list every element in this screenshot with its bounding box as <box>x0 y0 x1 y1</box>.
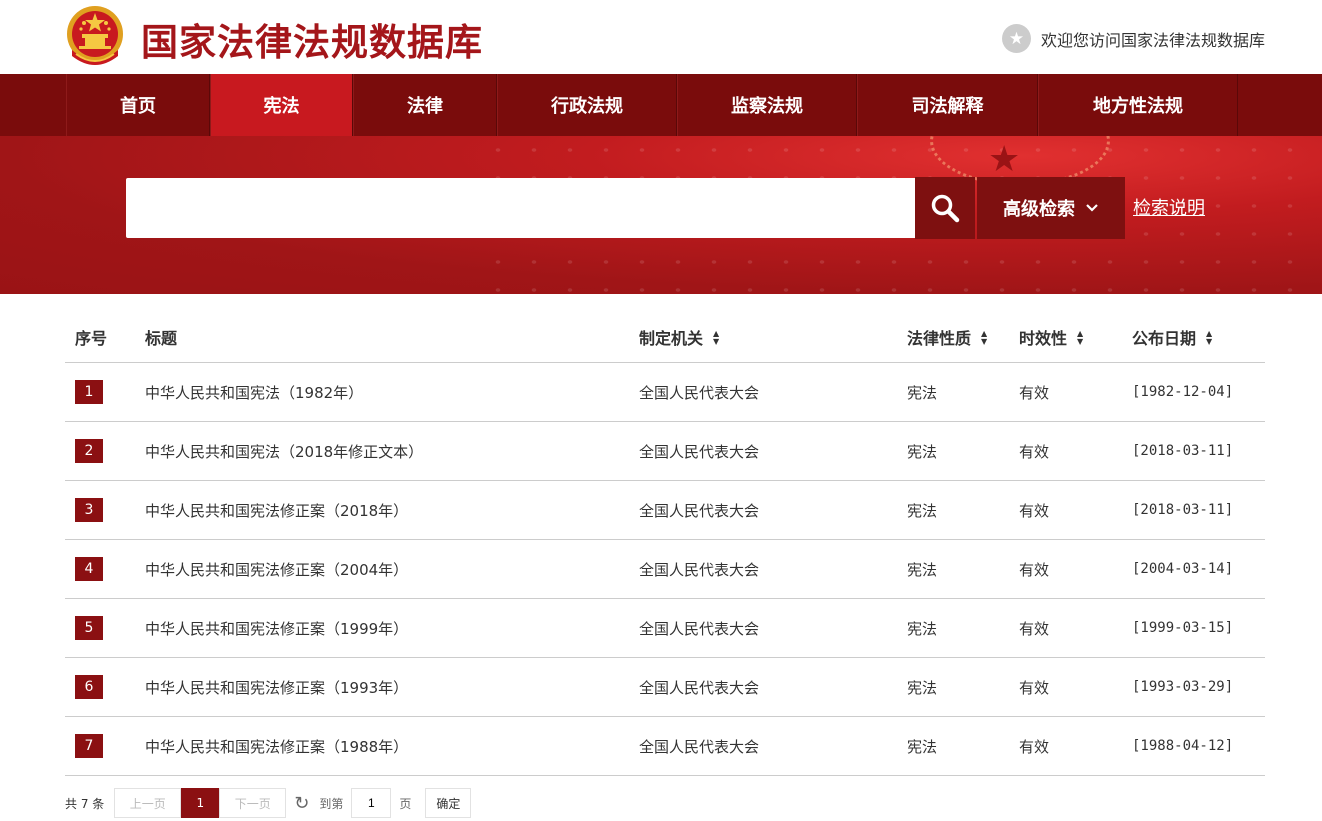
welcome-text: 欢迎您访问国家法律法规数据库 <box>1040 30 1265 50</box>
row-type: 宪法 <box>907 383 938 402</box>
row-validity: 有效 <box>1019 442 1050 461</box>
row-title-link[interactable]: 中华人民共和国宪法修正案（2018年） <box>145 500 639 521</box>
nav-item-home[interactable]: 首页 <box>66 74 210 136</box>
banner-star-icon: ★ <box>988 139 1021 180</box>
header-org-label: 制定机关 <box>639 329 704 348</box>
results-table: 序号 标题 制定机关 ▲ ▼ 法律性质 ▲ ▼ 时效性 ▲ ▼ 公布日期 ▲ ▼ 1 中… <box>65 312 1265 776</box>
row-type: 宪法 <box>907 560 938 579</box>
header-date[interactable]: 公布日期 ▲ ▼ <box>1132 325 1265 349</box>
table-row[interactable]: 3 中华人民共和国宪法修正案（2018年） 全国人民代表大会 宪法 有效 [20… <box>65 481 1265 540</box>
refresh-icon[interactable]: ↻ <box>294 793 309 814</box>
table-header: 序号 标题 制定机关 ▲ ▼ 法律性质 ▲ ▼ 时效性 ▲ ▼ 公布日期 ▲ ▼ <box>65 312 1265 363</box>
header-validity-label: 时效性 <box>1019 329 1068 348</box>
row-title-link[interactable]: 中华人民共和国宪法（2018年修正文本） <box>145 441 639 462</box>
pagination: 共 7 条 上一页 1 下一页 ↻ 到第 页 确定 <box>65 788 472 818</box>
header-org[interactable]: 制定机关 ▲ ▼ <box>639 325 907 349</box>
nav-item-local-regulations[interactable]: 地方性法规 <box>1038 74 1238 136</box>
goto-confirm-button[interactable]: 确定 <box>425 788 472 818</box>
row-index-badge: 7 <box>75 734 103 758</box>
row-date: [1999-03-15] <box>1132 620 1234 636</box>
row-date: [2004-03-14] <box>1132 561 1234 577</box>
nav-item-law[interactable]: 法律 <box>353 74 497 136</box>
site-header: 国家法律法规数据库 ★ 欢迎您访问国家法律法规数据库 <box>0 0 1322 74</box>
row-validity: 有效 <box>1019 560 1050 579</box>
national-emblem-icon[interactable] <box>64 4 126 68</box>
row-date: [1993-03-29] <box>1132 679 1234 695</box>
row-type: 宪法 <box>907 678 938 697</box>
row-type: 宪法 <box>907 501 938 520</box>
row-index-badge: 5 <box>75 616 103 640</box>
advanced-search-button[interactable]: 高级检索 <box>977 177 1125 239</box>
row-validity: 有效 <box>1019 383 1050 402</box>
row-validity: 有效 <box>1019 678 1050 697</box>
goto-prefix: 到第 <box>319 796 344 811</box>
row-org: 全国人民代表大会 <box>639 383 760 402</box>
header-idx: 序号 <box>75 329 108 348</box>
row-type: 宪法 <box>907 619 938 638</box>
main-nav: 首页 宪法 法律 行政法规 监察法规 司法解释 地方性法规 <box>0 74 1322 136</box>
row-title-link[interactable]: 中华人民共和国宪法修正案（1999年） <box>145 618 639 639</box>
row-title-link[interactable]: 中华人民共和国宪法修正案（2004年） <box>145 559 639 580</box>
row-index-badge: 1 <box>75 380 103 404</box>
search-button[interactable] <box>915 177 975 239</box>
row-title-link[interactable]: 中华人民共和国宪法修正案（1988年） <box>145 736 639 757</box>
row-index-badge: 4 <box>75 557 103 581</box>
site-title[interactable]: 国家法律法规数据库 <box>141 12 483 66</box>
row-date: [1988-04-12] <box>1132 738 1234 754</box>
star-icon: ★ <box>1001 24 1031 53</box>
row-org: 全国人民代表大会 <box>639 442 760 461</box>
header-title: 标题 <box>145 329 178 348</box>
advanced-search-label: 高级检索 <box>1003 199 1075 220</box>
row-date: [2018-03-11] <box>1132 443 1234 459</box>
header-validity[interactable]: 时效性 ▲ ▼ <box>1019 325 1132 349</box>
current-page-button[interactable]: 1 <box>181 788 220 818</box>
row-index-badge: 6 <box>75 675 103 699</box>
table-row[interactable]: 4 中华人民共和国宪法修正案（2004年） 全国人民代表大会 宪法 有效 [20… <box>65 540 1265 599</box>
table-row[interactable]: 1 中华人民共和国宪法（1982年） 全国人民代表大会 宪法 有效 [1982-… <box>65 363 1265 422</box>
nav-item-judicial-interpretation[interactable]: 司法解释 <box>857 74 1038 136</box>
chevron-down-icon <box>1086 204 1098 212</box>
table-row[interactable]: 7 中华人民共和国宪法修正案（1988年） 全国人民代表大会 宪法 有效 [19… <box>65 717 1265 776</box>
sort-icon[interactable]: ▲ ▼ <box>981 329 987 345</box>
row-index-badge: 3 <box>75 498 103 522</box>
header-type-label: 法律性质 <box>907 329 972 348</box>
row-org: 全国人民代表大会 <box>639 501 760 520</box>
sort-icon[interactable]: ▲ ▼ <box>713 329 719 345</box>
header-date-label: 公布日期 <box>1132 329 1197 348</box>
search-help-link[interactable]: 检索说明 <box>1133 194 1205 220</box>
nav-item-supervision-regulations[interactable]: 监察法规 <box>677 74 857 136</box>
row-title-link[interactable]: 中华人民共和国宪法（1982年） <box>145 382 639 403</box>
sort-icon[interactable]: ▲ ▼ <box>1077 329 1083 345</box>
header-type[interactable]: 法律性质 ▲ ▼ <box>907 325 1019 349</box>
row-title-link[interactable]: 中华人民共和国宪法修正案（1993年） <box>145 677 639 698</box>
search-input[interactable] <box>126 178 915 238</box>
table-row[interactable]: 5 中华人民共和国宪法修正案（1999年） 全国人民代表大会 宪法 有效 [19… <box>65 599 1265 658</box>
row-type: 宪法 <box>907 442 938 461</box>
search-banner: ★ 高级检索 检索说明 <box>0 136 1322 294</box>
next-page-button[interactable]: 下一页 <box>219 788 287 818</box>
search-icon <box>931 194 960 223</box>
total-count: 共 7 条 <box>65 796 105 811</box>
goto-page-input[interactable] <box>351 788 392 818</box>
row-validity: 有效 <box>1019 737 1050 756</box>
row-validity: 有效 <box>1019 501 1050 520</box>
table-row[interactable]: 2 中华人民共和国宪法（2018年修正文本） 全国人民代表大会 宪法 有效 [2… <box>65 422 1265 481</box>
row-date: [1982-12-04] <box>1132 384 1234 400</box>
row-org: 全国人民代表大会 <box>639 560 760 579</box>
prev-page-button[interactable]: 上一页 <box>114 788 182 818</box>
nav-item-constitution[interactable]: 宪法 <box>210 74 353 136</box>
row-date: [2018-03-11] <box>1132 502 1234 518</box>
row-org: 全国人民代表大会 <box>639 678 760 697</box>
sort-icon[interactable]: ▲ ▼ <box>1206 329 1212 345</box>
row-org: 全国人民代表大会 <box>639 737 760 756</box>
nav-item-admin-regulations[interactable]: 行政法规 <box>497 74 677 136</box>
goto-suffix: 页 <box>399 796 412 811</box>
row-type: 宪法 <box>907 737 938 756</box>
row-index-badge: 2 <box>75 439 103 463</box>
table-row[interactable]: 6 中华人民共和国宪法修正案（1993年） 全国人民代表大会 宪法 有效 [19… <box>65 658 1265 717</box>
row-org: 全国人民代表大会 <box>639 619 760 638</box>
row-validity: 有效 <box>1019 619 1050 638</box>
welcome-message: ★ 欢迎您访问国家法律法规数据库 <box>1001 24 1265 53</box>
